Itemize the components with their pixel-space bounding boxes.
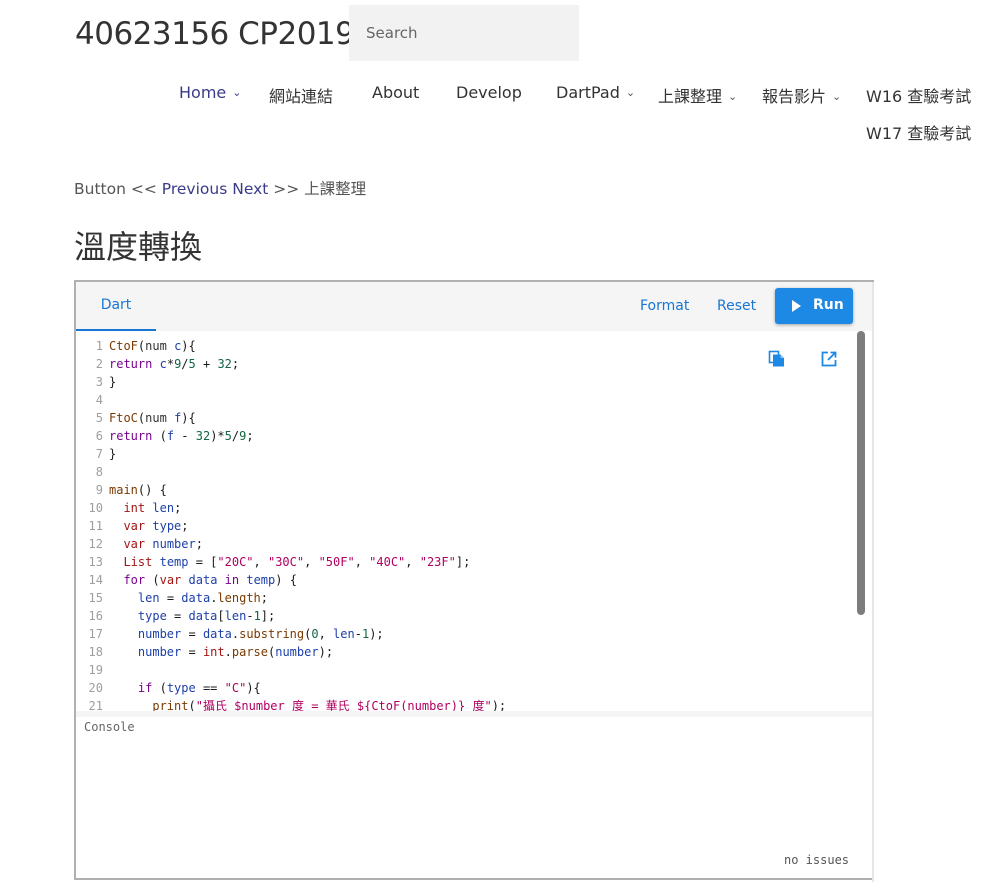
breadcrumb-suffix: >> 上課整理 <box>273 180 367 198</box>
code-text: len = data.length; <box>137 591 269 605</box>
code-text: print("攝氏 $number 度 = 華氏 ${CtoF(number)}… <box>152 699 507 711</box>
nav-item-label: W17 查驗考試 <box>866 124 972 143</box>
chevron-down-icon: ⌄ <box>232 86 242 99</box>
line-number: 5 <box>95 411 103 425</box>
line-number: 12 <box>88 537 103 551</box>
code-text: List temp = ["20C", "30C", "50F", "40C",… <box>123 555 471 569</box>
code-text: } <box>109 375 117 389</box>
nav-item-w16-exam[interactable]: W16 查驗考試 <box>866 83 971 107</box>
console-label: Console <box>84 720 135 734</box>
breadcrumb: Button << Previous Next >> 上課整理 <box>74 177 366 199</box>
code-text: return c*9/5 + 32; <box>109 357 240 371</box>
code-text: main() { <box>109 483 167 497</box>
line-number: 10 <box>88 501 103 515</box>
code-text: return (f - 32)*5/9; <box>109 429 254 443</box>
line-number: 4 <box>95 393 103 407</box>
line-number: 13 <box>88 555 103 569</box>
code-text: var type; <box>123 519 189 533</box>
line-number: 8 <box>95 465 103 479</box>
nav-item-label: 報告影片 <box>762 87 827 106</box>
line-number: 3 <box>95 375 103 389</box>
code-text: } <box>109 447 117 461</box>
next-link[interactable]: Next <box>232 180 268 198</box>
line-number: 16 <box>88 609 103 623</box>
line-number: 6 <box>95 429 103 443</box>
editor-scrollbar-thumb[interactable] <box>857 331 865 615</box>
search-input[interactable] <box>349 5 579 61</box>
nav-item-links[interactable]: 網站連結 <box>269 83 333 107</box>
nav-item-label: Develop <box>456 83 522 102</box>
nav-item-label: W16 查驗考試 <box>866 87 972 106</box>
editor-console-divider[interactable] <box>76 711 872 717</box>
chevron-down-icon: ⌄ <box>625 86 636 99</box>
line-number: 15 <box>88 591 103 605</box>
line-number: 11 <box>88 519 103 533</box>
format-button[interactable]: Format <box>640 298 689 314</box>
nav-item-about[interactable]: About <box>372 83 419 102</box>
code-text: FtoC(num f){ <box>109 411 196 425</box>
code-editor[interactable]: 1 CtoF(num c){ 2 return c*9/5 + 32; 3} 4 5 FtoC… <box>76 331 872 711</box>
nav-item-label: 上課整理 <box>658 87 723 106</box>
breadcrumb-prefix: Button << <box>74 180 157 198</box>
line-number: 18 <box>88 645 103 659</box>
code-text: var number; <box>123 537 203 551</box>
line-number: 20 <box>88 681 103 695</box>
code-text: for (var data in temp) { <box>123 573 297 587</box>
open-in-new-icon[interactable] <box>820 350 838 368</box>
nav-item-label: Home <box>179 83 227 102</box>
pad-right-border <box>872 282 874 882</box>
reset-button[interactable]: Reset <box>717 298 756 314</box>
code-text: number = int.parse(number); <box>137 645 334 659</box>
code-text: int len; <box>123 501 182 515</box>
code-text: type = data[len-1]; <box>137 609 276 623</box>
nav-item-label: DartPad <box>556 83 620 102</box>
line-number: 21 <box>88 699 103 711</box>
chevron-down-icon: ⌄ <box>832 90 842 103</box>
run-button[interactable]: Run <box>775 288 853 324</box>
nav-item-dartpad[interactable]: DartPad ⌄ <box>556 83 635 102</box>
code-text: if (type == "C"){ <box>137 681 261 695</box>
nav-item-develop[interactable]: Develop <box>456 83 522 102</box>
nav-item-class-notes[interactable]: 上課整理 ⌄ <box>658 83 737 107</box>
nav-item-label: 網站連結 <box>269 87 334 106</box>
dartpad-embed: Dart Format Reset Run 1 CtoF(num c){ 2 retu… <box>74 280 874 882</box>
tab-dart[interactable]: Dart <box>76 282 156 331</box>
nav-item-label: About <box>372 83 420 102</box>
line-number: 19 <box>88 663 103 677</box>
nav-item-w17-exam[interactable]: W17 查驗考試 <box>866 120 971 144</box>
line-number: 9 <box>95 483 103 497</box>
play-icon <box>792 300 801 312</box>
line-number: 17 <box>88 627 103 641</box>
copy-icon[interactable] <box>768 350 786 368</box>
line-number: 1 <box>95 339 103 353</box>
run-button-label: Run <box>813 297 844 313</box>
page-title: 溫度轉換 <box>74 228 203 266</box>
line-number: 14 <box>88 573 103 587</box>
dartpad-toolbar: Dart Format Reset Run <box>76 282 872 331</box>
code-text: number = data.substring(0, len-1); <box>137 627 384 641</box>
code-text: CtoF(num c){ <box>109 339 196 353</box>
previous-link[interactable]: Previous <box>162 180 228 198</box>
site-title[interactable]: 40623156 CP2019 <box>75 16 355 52</box>
nav-item-home[interactable]: Home ⌄ <box>179 83 241 102</box>
line-number: 2 <box>95 357 103 371</box>
chevron-down-icon: ⌄ <box>728 90 738 103</box>
line-number: 7 <box>95 447 103 461</box>
nav-item-report-videos[interactable]: 報告影片 ⌄ <box>762 83 841 107</box>
